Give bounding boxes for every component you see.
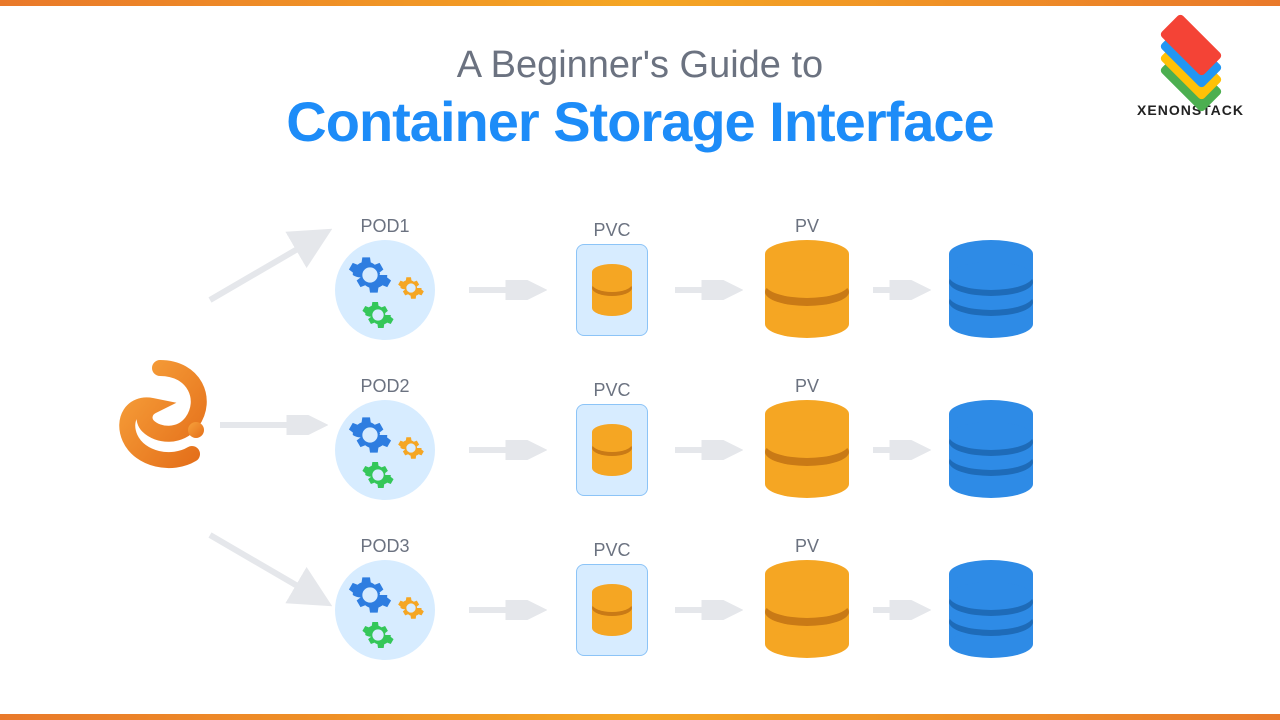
top-accent-bar xyxy=(0,0,1280,6)
gear-icon xyxy=(347,572,393,618)
arrow-right-icon xyxy=(673,280,743,300)
pod-node: POD2 xyxy=(325,400,445,500)
pv-label: PV xyxy=(795,376,819,397)
brand-logo: XENONSTACK xyxy=(1137,26,1244,118)
pvc-label: PVC xyxy=(593,220,630,241)
external-storage-node xyxy=(941,240,1041,340)
gear-icon xyxy=(361,298,395,332)
pod-icon xyxy=(335,240,435,340)
storage-cylinder-icon xyxy=(761,400,853,500)
pvc-label: PVC xyxy=(593,540,630,561)
arrow-right-icon xyxy=(673,600,743,620)
storage-cylinder-icon xyxy=(761,560,853,660)
pv-node: PV xyxy=(757,560,857,660)
arrow-right-icon xyxy=(871,280,931,300)
diagram-row: POD1 PVC xyxy=(200,220,1240,360)
pod-label: POD2 xyxy=(360,376,409,397)
page-subtitle: A Beginner's Guide to xyxy=(190,44,1090,87)
arrow-right-icon xyxy=(673,440,743,460)
storage-cylinder-icon xyxy=(945,240,1037,340)
storage-cylinder-icon xyxy=(761,240,853,340)
external-storage-node xyxy=(941,400,1041,500)
arrow-right-icon xyxy=(871,600,931,620)
storage-cylinder-icon xyxy=(945,560,1037,660)
pvc-node: PVC xyxy=(565,564,659,656)
pvc-node: PVC xyxy=(565,244,659,336)
pvc-icon xyxy=(576,244,648,336)
arrow-right-icon xyxy=(871,440,931,460)
gear-icon xyxy=(361,458,395,492)
pv-node: PV xyxy=(757,400,857,500)
page-title: Container Storage Interface xyxy=(190,89,1090,154)
logo-stack-icon xyxy=(1151,26,1231,96)
pod-node: POD1 xyxy=(325,240,445,340)
storage-cylinder-icon xyxy=(590,264,634,316)
gear-icon xyxy=(397,274,425,302)
diagram-row: POD3 PVC PV xyxy=(200,540,1240,680)
diagram-row: POD2 PVC PV xyxy=(200,380,1240,520)
gear-icon xyxy=(347,412,393,458)
external-storage-node xyxy=(941,560,1041,660)
pv-label: PV xyxy=(795,216,819,237)
brand-name: XENONSTACK xyxy=(1137,102,1244,118)
gear-icon xyxy=(361,618,395,652)
pod-icon xyxy=(335,560,435,660)
pod-icon xyxy=(335,400,435,500)
gear-icon xyxy=(347,252,393,298)
storage-cylinder-icon xyxy=(590,584,634,636)
pvc-icon xyxy=(576,564,648,656)
pod-label: POD1 xyxy=(360,216,409,237)
arrow-right-icon xyxy=(467,280,547,300)
architecture-diagram: POD1 PVC xyxy=(0,220,1280,700)
page-title-block: A Beginner's Guide to Container Storage … xyxy=(190,44,1090,154)
arrow-right-icon xyxy=(467,600,547,620)
storage-cylinder-icon xyxy=(945,400,1037,500)
arrow-right-icon xyxy=(467,440,547,460)
pvc-node: PVC xyxy=(565,404,659,496)
pvc-icon xyxy=(576,404,648,496)
bottom-accent-bar xyxy=(0,714,1280,720)
pod-label: POD3 xyxy=(360,536,409,557)
gear-icon xyxy=(397,594,425,622)
pvc-label: PVC xyxy=(593,380,630,401)
pv-label: PV xyxy=(795,536,819,557)
storage-cylinder-icon xyxy=(590,424,634,476)
pv-node: PV xyxy=(757,240,857,340)
pod-node: POD3 xyxy=(325,560,445,660)
gear-icon xyxy=(397,434,425,462)
